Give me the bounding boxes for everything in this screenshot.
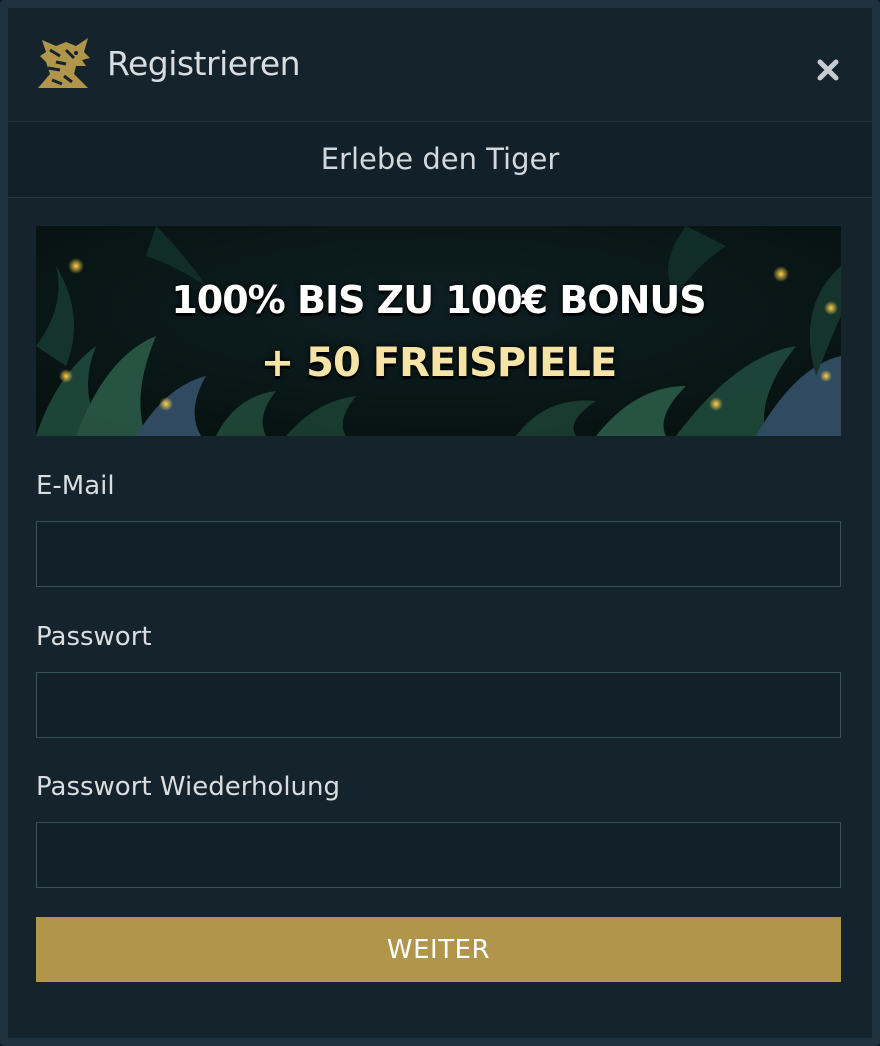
password-label: Passwort <box>36 622 152 652</box>
submit-button[interactable]: WEITER <box>36 917 841 982</box>
modal-header: Registrieren <box>8 8 872 122</box>
tiger-head-icon <box>38 38 90 88</box>
close-icon[interactable] <box>814 56 842 84</box>
email-label: E-Mail <box>36 471 115 501</box>
page-title: Registrieren <box>107 44 301 83</box>
banner-subline: + 50 FREISPIELE <box>260 340 618 386</box>
email-field[interactable] <box>36 521 841 587</box>
banner-headline: 100% BIS ZU 100€ BONUS <box>171 278 706 322</box>
subtitle: Erlebe den Tiger <box>320 142 560 176</box>
password-field[interactable] <box>36 672 841 738</box>
registration-modal: Registrieren Erlebe den Tiger 100% BIS Z… <box>0 0 880 1046</box>
password-repeat-label: Passwort Wiederholung <box>36 772 341 802</box>
modal-subheader: Erlebe den Tiger <box>8 122 872 198</box>
bonus-banner: 100% BIS ZU 100€ BONUS + 50 FREISPIELE <box>36 226 841 436</box>
password-repeat-field[interactable] <box>36 822 841 888</box>
jungle-background-image <box>36 226 841 436</box>
